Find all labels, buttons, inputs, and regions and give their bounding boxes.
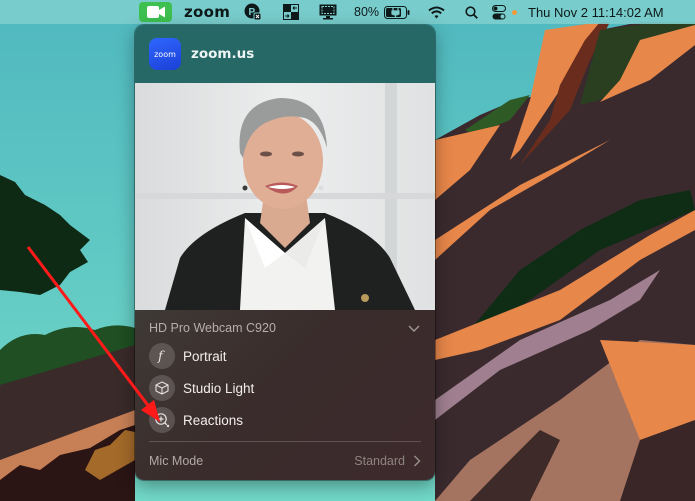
control-center-icon bbox=[492, 4, 506, 19]
window-switch-icon bbox=[283, 4, 299, 20]
display-capture-icon bbox=[319, 4, 337, 20]
zoom-video-effects-popover: zoom zoom.us HD Pro Webcam C920 f Portra… bbox=[135, 25, 435, 480]
spotlight-search-icon bbox=[464, 5, 478, 19]
control-center-button[interactable] bbox=[489, 0, 509, 24]
option-label: Studio Light bbox=[183, 380, 255, 396]
menu-bar: zoom P 80% Thu Nov 2 11:14:02 AM bbox=[0, 0, 695, 24]
microphone-in-use-indicator bbox=[512, 10, 517, 15]
mic-mode-value: Standard bbox=[354, 454, 405, 468]
camera-preview bbox=[135, 83, 435, 310]
zoom-app-icon-text: zoom bbox=[154, 49, 176, 59]
wifi-menu[interactable] bbox=[426, 0, 446, 24]
camera-preview-image bbox=[135, 83, 435, 310]
mic-mode-row[interactable]: Mic Mode Standard bbox=[149, 451, 421, 471]
divider bbox=[149, 441, 421, 442]
reactions-icon bbox=[149, 407, 175, 433]
camera-name: HD Pro Webcam C920 bbox=[149, 321, 276, 335]
zoom-camera-menu-button[interactable] bbox=[139, 2, 172, 22]
option-reactions[interactable]: Reactions bbox=[149, 407, 243, 433]
chevron-right-icon bbox=[414, 455, 421, 467]
option-label: Portrait bbox=[183, 348, 227, 364]
battery-status-menu[interactable] bbox=[383, 0, 411, 24]
battery-percentage: 80% bbox=[354, 5, 380, 19]
zoom-app-icon: zoom bbox=[149, 38, 181, 70]
f-stop-icon: f bbox=[149, 343, 175, 369]
zoom-menu-app-name[interactable]: zoom bbox=[184, 0, 230, 24]
option-label: Reactions bbox=[183, 412, 244, 428]
window-switch-menu[interactable] bbox=[281, 0, 301, 24]
battery-charging-icon bbox=[384, 5, 410, 19]
popover-controls: HD Pro Webcam C920 f Portrait Studio Lig… bbox=[135, 310, 435, 480]
option-studio-light[interactable]: Studio Light bbox=[149, 375, 254, 401]
parking-app-icon: P bbox=[244, 3, 262, 21]
app-name: zoom.us bbox=[191, 46, 255, 62]
chevron-down-icon bbox=[408, 325, 420, 332]
camera-selector[interactable]: HD Pro Webcam C920 bbox=[149, 318, 421, 338]
wifi-icon bbox=[427, 6, 445, 18]
mic-mode-label: Mic Mode bbox=[149, 454, 204, 468]
display-capture-menu[interactable] bbox=[317, 0, 339, 24]
cube-icon bbox=[149, 375, 175, 401]
svg-text:f: f bbox=[157, 350, 165, 364]
popover-header: zoom zoom.us bbox=[135, 25, 435, 83]
parking-app-menu[interactable]: P bbox=[243, 0, 263, 24]
video-camera-icon bbox=[146, 6, 165, 18]
spotlight-search-button[interactable] bbox=[462, 0, 480, 24]
option-portrait[interactable]: f Portrait bbox=[149, 343, 227, 369]
menu-bar-clock[interactable]: Thu Nov 2 11:14:02 AM bbox=[528, 0, 664, 24]
